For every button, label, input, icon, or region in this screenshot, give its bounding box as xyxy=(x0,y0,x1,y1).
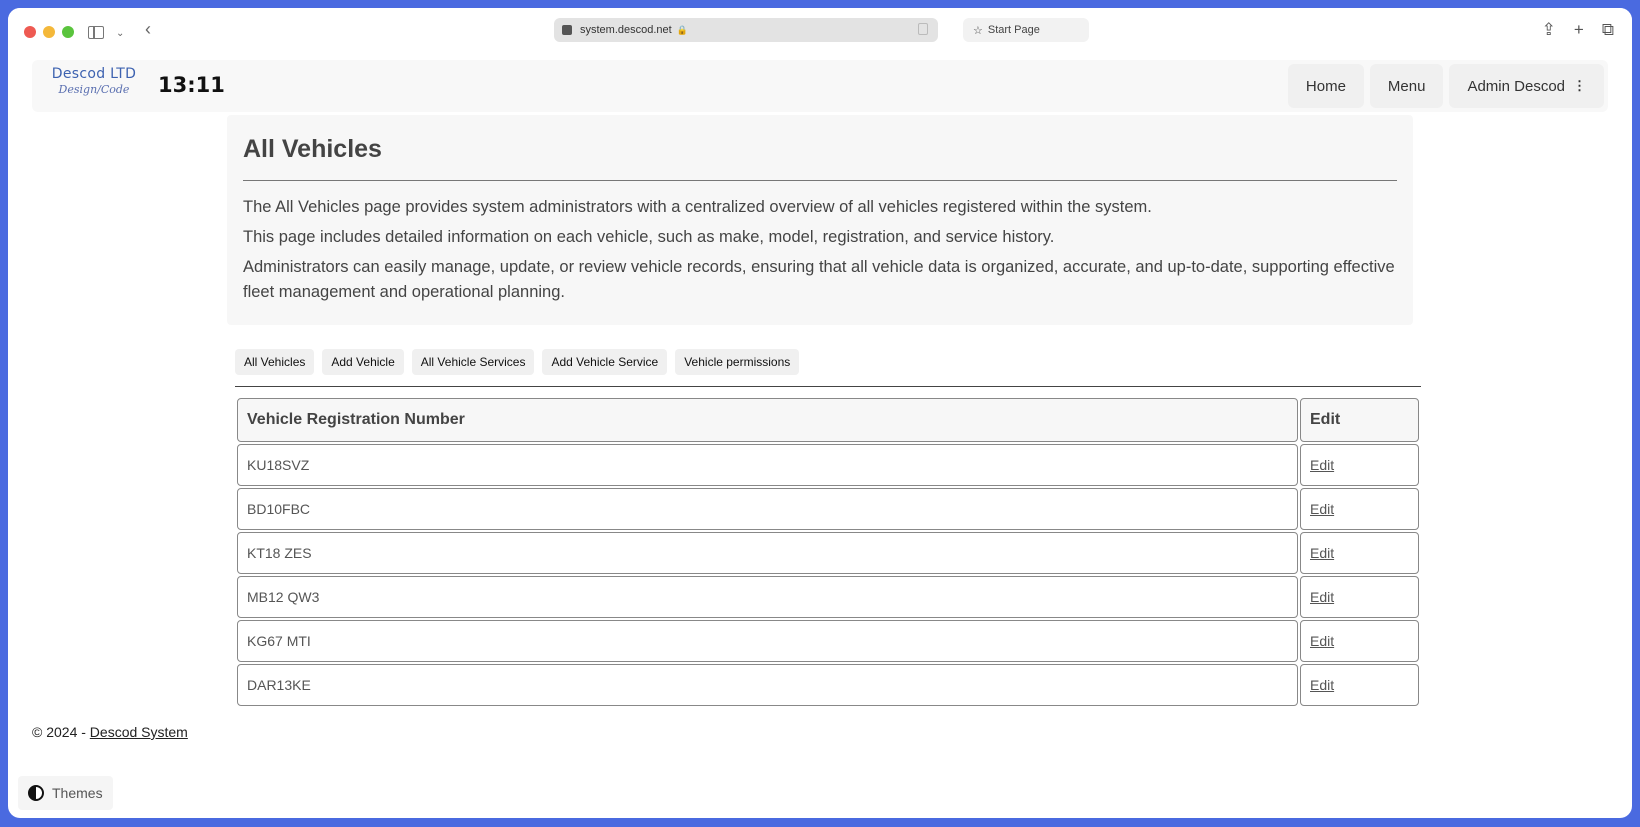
copyright-text: © 2024 - xyxy=(32,724,90,740)
browser-window: ⌄ ‹ system.descod.net 🔒 ☆ Start Page ⇪ +… xyxy=(8,8,1632,818)
chevron-down-icon[interactable]: ⌄ xyxy=(116,24,124,44)
divider xyxy=(235,386,1421,387)
back-icon[interactable]: ‹ xyxy=(145,19,151,39)
table-row: KU18SVZ Edit xyxy=(237,444,1419,486)
edit-link[interactable]: Edit xyxy=(1310,589,1334,605)
edit-cell: Edit xyxy=(1300,444,1419,486)
edit-cell: Edit xyxy=(1300,576,1419,618)
intro-paragraph: Administrators can easily manage, update… xyxy=(243,258,1395,301)
edit-cell: Edit xyxy=(1300,664,1419,706)
footer: © 2024 - Descod System xyxy=(32,724,188,740)
table-header-row: Vehicle Registration Number Edit xyxy=(237,398,1419,442)
window-controls xyxy=(24,26,74,38)
page-title: All Vehicles xyxy=(243,135,382,163)
logo-subtitle: Design/Code xyxy=(58,83,130,96)
start-page-tab[interactable]: ☆ Start Page xyxy=(963,18,1089,42)
table-row: KT18 ZES Edit xyxy=(237,532,1419,574)
nav-admin-button[interactable]: Admin Descod ⋮ xyxy=(1449,64,1604,108)
themes-label: Themes xyxy=(52,785,103,801)
registration-cell: DAR13KE xyxy=(237,664,1298,706)
nav-menu-button[interactable]: Menu xyxy=(1369,64,1444,108)
intro-paragraph: This page includes detailed information … xyxy=(243,228,1055,246)
table-row: MB12 QW3 Edit xyxy=(237,576,1419,618)
subnav-vehicle-permissions[interactable]: Vehicle permissions xyxy=(675,349,800,375)
logo-title: Descod LTD xyxy=(51,66,137,82)
vehicles-table: Vehicle Registration Number Edit KU18SVZ… xyxy=(237,398,1419,708)
edit-link[interactable]: Edit xyxy=(1310,633,1334,649)
edit-link[interactable]: Edit xyxy=(1310,677,1334,693)
site-favicon-icon xyxy=(562,25,572,35)
more-vertical-icon: ⋮ xyxy=(1573,78,1586,93)
edit-link[interactable]: Edit xyxy=(1310,457,1334,473)
vehicle-subnav: All Vehicles Add Vehicle All Vehicle Ser… xyxy=(235,349,800,375)
site-navbar: Descod LTD Design/Code 13:11 Home Menu A… xyxy=(32,60,1608,112)
share-icon[interactable]: ⇪ xyxy=(1542,20,1556,40)
star-icon: ☆ xyxy=(973,24,983,37)
sidebar-toggle-icon[interactable] xyxy=(88,26,104,39)
intro-panel: All Vehicles The All Vehicles page provi… xyxy=(227,115,1413,325)
tab-overview-icon[interactable]: ⧉ xyxy=(1602,20,1614,40)
logo[interactable]: Descod LTD Design/Code xyxy=(46,66,142,96)
footer-link[interactable]: Descod System xyxy=(90,724,188,740)
browser-toolbar: ⌄ ‹ system.descod.net 🔒 ☆ Start Page ⇪ +… xyxy=(8,8,1632,56)
edit-cell: Edit xyxy=(1300,620,1419,662)
divider xyxy=(243,180,1397,181)
new-tab-icon[interactable]: + xyxy=(1574,20,1584,40)
maximize-window-button[interactable] xyxy=(62,26,74,38)
contrast-icon xyxy=(28,785,44,801)
start-page-label: Start Page xyxy=(987,24,1040,36)
subnav-all-vehicle-services[interactable]: All Vehicle Services xyxy=(411,349,535,375)
column-header-edit: Edit xyxy=(1300,398,1419,442)
registration-cell: KG67 MTI xyxy=(237,620,1298,662)
registration-cell: MB12 QW3 xyxy=(237,576,1298,618)
address-text: system.descod.net xyxy=(580,24,672,36)
table-row: DAR13KE Edit xyxy=(237,664,1419,706)
subnav-all-vehicles[interactable]: All Vehicles xyxy=(235,349,315,375)
nav-menu-label: Menu xyxy=(1387,77,1426,95)
minimize-window-button[interactable] xyxy=(43,26,55,38)
registration-cell: KU18SVZ xyxy=(237,444,1298,486)
column-header-registration: Vehicle Registration Number xyxy=(237,398,1298,442)
clock: 13:11 xyxy=(158,73,225,97)
themes-button[interactable]: Themes xyxy=(18,776,113,810)
table-row: KG67 MTI Edit xyxy=(237,620,1419,662)
nav-home-label: Home xyxy=(1305,77,1346,95)
registration-cell: BD10FBC xyxy=(237,488,1298,530)
registration-cell: KT18 ZES xyxy=(237,532,1298,574)
reader-icon[interactable] xyxy=(918,23,928,35)
subnav-add-vehicle[interactable]: Add Vehicle xyxy=(322,349,404,375)
intro-paragraph: The All Vehicles page provides system ad… xyxy=(243,198,1152,216)
nav-home-button[interactable]: Home xyxy=(1287,64,1364,108)
edit-link[interactable]: Edit xyxy=(1310,501,1334,517)
edit-cell: Edit xyxy=(1300,532,1419,574)
nav-admin-label: Admin Descod xyxy=(1467,77,1565,95)
edit-cell: Edit xyxy=(1300,488,1419,530)
lock-icon: 🔒 xyxy=(676,24,688,35)
edit-link[interactable]: Edit xyxy=(1310,545,1334,561)
close-window-button[interactable] xyxy=(24,26,36,38)
table-row: BD10FBC Edit xyxy=(237,488,1419,530)
subnav-add-vehicle-service[interactable]: Add Vehicle Service xyxy=(542,349,668,375)
address-bar[interactable]: system.descod.net 🔒 xyxy=(554,18,938,42)
